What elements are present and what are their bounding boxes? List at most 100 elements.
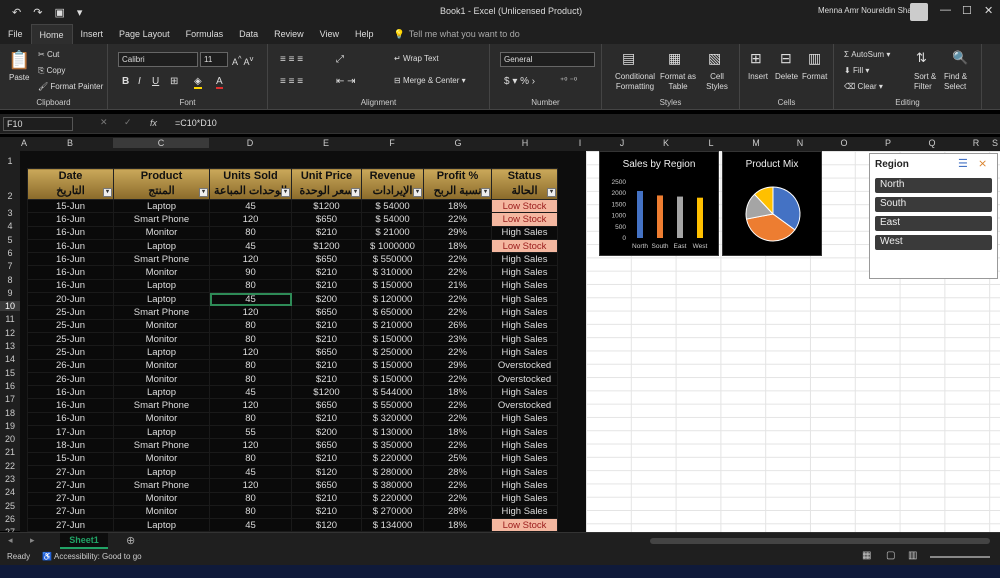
table-cell[interactable]: $ 150000 bbox=[361, 371, 424, 387]
insert-function-icon[interactable]: fx bbox=[150, 118, 157, 128]
table-cell[interactable]: 16-Jun bbox=[27, 385, 114, 400]
table-cell[interactable]: 45 bbox=[209, 464, 292, 480]
table-cell[interactable]: 27-Jun bbox=[27, 464, 114, 480]
table-cell[interactable]: 20-Jun bbox=[27, 292, 114, 307]
table-cell[interactable]: Monitor bbox=[113, 451, 210, 466]
table-cell[interactable]: 22% bbox=[423, 438, 492, 453]
table-cell[interactable]: $ 270000 bbox=[361, 504, 424, 520]
table-cell[interactable]: $1200 bbox=[291, 198, 362, 214]
table-cell[interactable]: High Sales bbox=[491, 451, 558, 466]
table-cell[interactable]: Overstocked bbox=[491, 358, 558, 373]
row-header[interactable]: 9 bbox=[0, 288, 20, 298]
row-header[interactable]: 12 bbox=[0, 328, 20, 338]
table-cell[interactable]: $210 bbox=[291, 318, 362, 333]
table-cell[interactable]: $210 bbox=[291, 358, 362, 373]
table-cell[interactable]: 80 bbox=[209, 411, 292, 427]
table-cell[interactable]: High Sales bbox=[491, 278, 558, 294]
sort-filter-button[interactable]: Sort & Filter bbox=[914, 72, 944, 92]
table-cell[interactable]: $120 bbox=[291, 518, 362, 533]
table-cell[interactable]: Smart Phone bbox=[113, 305, 210, 320]
currency-icon[interactable]: $ ▾ % › bbox=[504, 76, 535, 87]
table-cell[interactable]: $650 bbox=[291, 252, 362, 267]
table-cell[interactable]: Laptop bbox=[113, 198, 210, 214]
tab-insert[interactable]: Insert bbox=[73, 24, 112, 44]
row-header[interactable]: 11 bbox=[0, 314, 20, 324]
accessibility-status[interactable]: Accessibility: Good to go bbox=[54, 552, 142, 561]
filter-dropdown-icon[interactable]: ▾ bbox=[547, 188, 556, 197]
column-header[interactable]: S bbox=[990, 138, 1000, 148]
table-cell[interactable]: Low Stock bbox=[491, 212, 558, 227]
table-cell[interactable]: Laptop bbox=[113, 238, 210, 254]
table-cell[interactable]: $ 54000 bbox=[361, 198, 424, 214]
table-cell[interactable]: $ 21000 bbox=[361, 225, 424, 240]
filter-dropdown-icon[interactable]: ▾ bbox=[199, 188, 208, 197]
save-icon[interactable]: ▣ bbox=[54, 6, 64, 19]
table-cell[interactable]: $ 220000 bbox=[361, 451, 424, 466]
table-cell[interactable]: 16-Jun bbox=[27, 265, 114, 280]
minimize-icon[interactable]: — bbox=[940, 4, 951, 16]
row-header[interactable]: 16 bbox=[0, 381, 20, 391]
filter-dropdown-icon[interactable]: ▾ bbox=[103, 188, 112, 197]
table-cell[interactable]: $ 550000 bbox=[361, 398, 424, 413]
maximize-icon[interactable]: ☐ bbox=[962, 4, 972, 17]
table-cell[interactable]: 29% bbox=[423, 225, 492, 240]
table-cell[interactable]: $210 bbox=[291, 491, 362, 506]
tab-help[interactable]: Help bbox=[347, 24, 382, 44]
table-cell[interactable]: High Sales bbox=[491, 464, 558, 480]
table-cell[interactable]: 15-Jun bbox=[27, 451, 114, 466]
column-header[interactable]: O bbox=[822, 138, 866, 148]
orientation-icon[interactable]: ⤢ bbox=[336, 54, 344, 65]
column-header[interactable]: I bbox=[558, 138, 602, 148]
table-cell[interactable]: $ 54000 bbox=[361, 212, 424, 227]
italic-icon[interactable]: I bbox=[138, 76, 141, 87]
table-cell[interactable]: High Sales bbox=[491, 438, 558, 453]
table-cell[interactable]: 80 bbox=[209, 491, 292, 506]
table-cell[interactable]: 120 bbox=[209, 438, 292, 453]
table-cell[interactable]: 18% bbox=[423, 198, 492, 214]
table-cell[interactable]: 29% bbox=[423, 358, 492, 373]
bar[interactable] bbox=[697, 197, 703, 238]
table-cell[interactable]: $210 bbox=[291, 371, 362, 387]
wrap-text-button[interactable]: ↵ Wrap Text bbox=[394, 54, 439, 63]
table-cell[interactable]: Monitor bbox=[113, 331, 210, 347]
table-cell[interactable]: High Sales bbox=[491, 318, 558, 333]
table-cell[interactable]: Monitor bbox=[113, 411, 210, 427]
table-cell[interactable]: 16-Jun bbox=[27, 411, 114, 427]
row-header[interactable]: 14 bbox=[0, 354, 20, 364]
column-header[interactable]: C bbox=[113, 138, 209, 148]
autosum-button[interactable]: Σ AutoSum ▾ bbox=[844, 50, 890, 59]
paste-icon[interactable]: 📋 bbox=[8, 50, 30, 71]
underline-icon[interactable]: U bbox=[152, 76, 159, 87]
table-cell[interactable]: 23% bbox=[423, 331, 492, 347]
slicer-item-east[interactable]: East bbox=[875, 216, 992, 231]
indent-icon[interactable]: ⇤ ⇥ bbox=[336, 76, 356, 87]
horizontal-scrollbar[interactable] bbox=[650, 538, 990, 544]
table-cell[interactable]: High Sales bbox=[491, 425, 558, 440]
table-cell[interactable]: 16-Jun bbox=[27, 252, 114, 267]
column-header[interactable]: J bbox=[600, 138, 644, 148]
table-cell[interactable]: 27-Jun bbox=[27, 504, 114, 520]
row-header[interactable]: 22 bbox=[0, 461, 20, 471]
bar-chart[interactable]: Sales by Region 2500 2000 1500 1000 500 0 Nort… bbox=[599, 151, 719, 256]
table-cell[interactable]: 80 bbox=[209, 451, 292, 466]
column-header[interactable]: K bbox=[644, 138, 688, 148]
number-format-select[interactable]: General bbox=[500, 52, 595, 67]
table-cell[interactable]: Laptop bbox=[113, 518, 210, 533]
filter-dropdown-icon[interactable]: ▾ bbox=[481, 188, 490, 197]
table-cell[interactable]: 25% bbox=[423, 451, 492, 466]
table-cell[interactable]: High Sales bbox=[491, 292, 558, 307]
table-cell[interactable]: $ 1000000 bbox=[361, 238, 424, 254]
font-name-select[interactable]: Calibri bbox=[118, 52, 198, 67]
table-cell[interactable]: 25-Jun bbox=[27, 331, 114, 347]
row-header[interactable]: 5 bbox=[0, 235, 20, 245]
filter-dropdown-icon[interactable]: ▾ bbox=[413, 188, 422, 197]
table-cell[interactable]: 25-Jun bbox=[27, 345, 114, 360]
table-cell[interactable]: Monitor bbox=[113, 265, 210, 280]
table-cell[interactable]: Monitor bbox=[113, 318, 210, 333]
table-cell[interactable]: Laptop bbox=[113, 385, 210, 400]
table-cell[interactable]: 27-Jun bbox=[27, 491, 114, 506]
table-cell[interactable]: 80 bbox=[209, 371, 292, 387]
table-cell[interactable]: 120 bbox=[209, 478, 292, 493]
bold-icon[interactable]: B bbox=[122, 76, 129, 87]
table-cell[interactable]: High Sales bbox=[491, 478, 558, 493]
